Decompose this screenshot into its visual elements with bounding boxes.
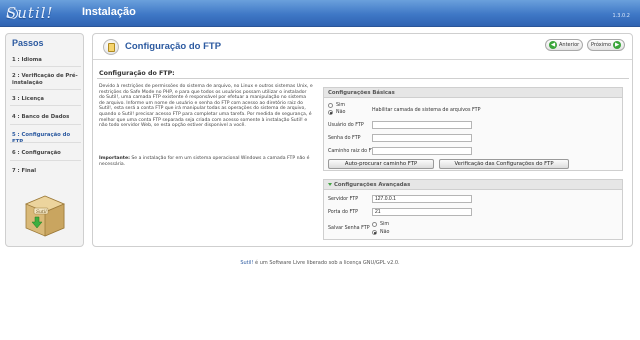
ftp-description: Devido à restrições de permissões do sis…: [99, 84, 313, 129]
step-divider: [10, 124, 81, 125]
footer: Sutil! é um Software Livre liberado sob …: [0, 260, 640, 266]
previous-button[interactable]: ◀ Anterior: [545, 39, 584, 51]
ftp-password-label: Senha do FTP: [328, 136, 361, 141]
basic-settings-panel: Configurações Básicas Sim Não Habilitar …: [323, 87, 623, 171]
ftp-enable-no-label: Não: [336, 110, 346, 115]
save-password-yes-radio[interactable]: [372, 222, 377, 227]
save-password-no-radio[interactable]: [372, 230, 377, 235]
arrow-left-icon: ◀: [549, 41, 557, 49]
verify-ftp-settings-button[interactable]: Verificação das Configurações do FTP: [439, 159, 569, 169]
auto-find-ftp-path-button[interactable]: Auto-procurar caminho FTP: [328, 159, 434, 169]
page-title: Configuração do FTP: [125, 41, 222, 52]
collapse-arrow-icon: [328, 183, 332, 186]
step-database[interactable]: 4 : Banco de Dados: [12, 114, 82, 121]
step-configuration[interactable]: 6 : Configuração: [12, 150, 82, 157]
ftp-enable-yes-label: Sim: [336, 103, 346, 108]
basic-settings-title: Configurações Básicas: [324, 88, 622, 98]
step-license[interactable]: 3 : Licença: [12, 96, 82, 103]
ftp-enable-no-radio[interactable]: [328, 110, 333, 115]
step-final[interactable]: 7 : Final: [12, 168, 82, 175]
logo: Sutil!: [6, 4, 54, 22]
step-divider: [10, 160, 81, 161]
steps-sidebar: Passos 1 : Idioma 2 : Verificação de Pré…: [5, 33, 84, 247]
ftp-enable-yes-radio[interactable]: [328, 103, 333, 108]
step-idioma[interactable]: 1 : Idioma: [12, 57, 82, 64]
important-text: Se a instalação for em um sistema operac…: [99, 156, 310, 167]
ftp-server-input[interactable]: [372, 195, 472, 203]
sidebar-title: Passos: [12, 38, 44, 48]
save-password-yes-label: Sim: [380, 222, 390, 227]
step-divider: [10, 105, 81, 106]
step-pre-installation[interactable]: 2 : Verificação de Pré-instalação: [12, 73, 82, 86]
ftp-port-input[interactable]: [372, 208, 472, 216]
ftp-server-label: Servidor FTP: [328, 197, 359, 202]
step-divider: [10, 89, 81, 90]
ftp-root-path-input[interactable]: [372, 147, 472, 155]
footer-text: é um Software Livre liberado sob a licen…: [253, 260, 400, 266]
advanced-settings-header[interactable]: Configurações Avançadas: [324, 180, 622, 190]
ftp-password-input[interactable]: [372, 134, 472, 142]
package-box-icon: Sutil: [24, 195, 66, 237]
ftp-settings-icon: [103, 39, 119, 55]
main-header: Configuração do FTP ◀ Anterior Próximo ▶: [93, 34, 632, 60]
main-panel: Configuração do FTP ◀ Anterior Próximo ▶…: [92, 33, 633, 247]
app-header: Sutil! Instalação 1.3.0.2: [0, 0, 640, 27]
previous-button-label: Anterior: [559, 42, 580, 48]
footer-brand-link[interactable]: Sutil!: [240, 260, 253, 266]
advanced-settings-panel: Configurações Avançadas Servidor FTP Por…: [323, 179, 623, 240]
ftp-user-input[interactable]: [372, 121, 472, 129]
arrow-right-icon: ▶: [613, 41, 622, 49]
ftp-port-label: Porta do FTP: [328, 210, 358, 215]
ftp-root-path-label: Caminho raiz do FTP: [328, 149, 378, 154]
important-note: Importante: Se a instalação for em um si…: [99, 156, 313, 167]
important-label: Importante:: [99, 156, 130, 161]
next-button[interactable]: Próximo ▶: [587, 39, 626, 51]
step-divider: [10, 142, 81, 143]
next-button-label: Próximo: [591, 42, 612, 48]
ftp-enable-label: Habilitar camada de sistema de arquivos …: [372, 108, 481, 113]
ftp-user-label: Usuário do FTP: [328, 123, 364, 128]
section-divider: [97, 78, 629, 79]
save-ftp-password-label: Salvar Senha FTP: [328, 226, 370, 231]
step-ftp-config[interactable]: 5 : Configuração do FTP: [12, 132, 82, 145]
save-password-no-label: Não: [380, 230, 390, 235]
app-title: Instalação: [82, 6, 136, 18]
step-divider: [10, 66, 81, 67]
box-label: Sutil: [36, 209, 47, 215]
advanced-settings-title: Configurações Avançadas: [334, 182, 411, 188]
version-label: 1.3.0.2: [612, 13, 631, 19]
section-title: Configuração do FTP:: [99, 70, 175, 77]
